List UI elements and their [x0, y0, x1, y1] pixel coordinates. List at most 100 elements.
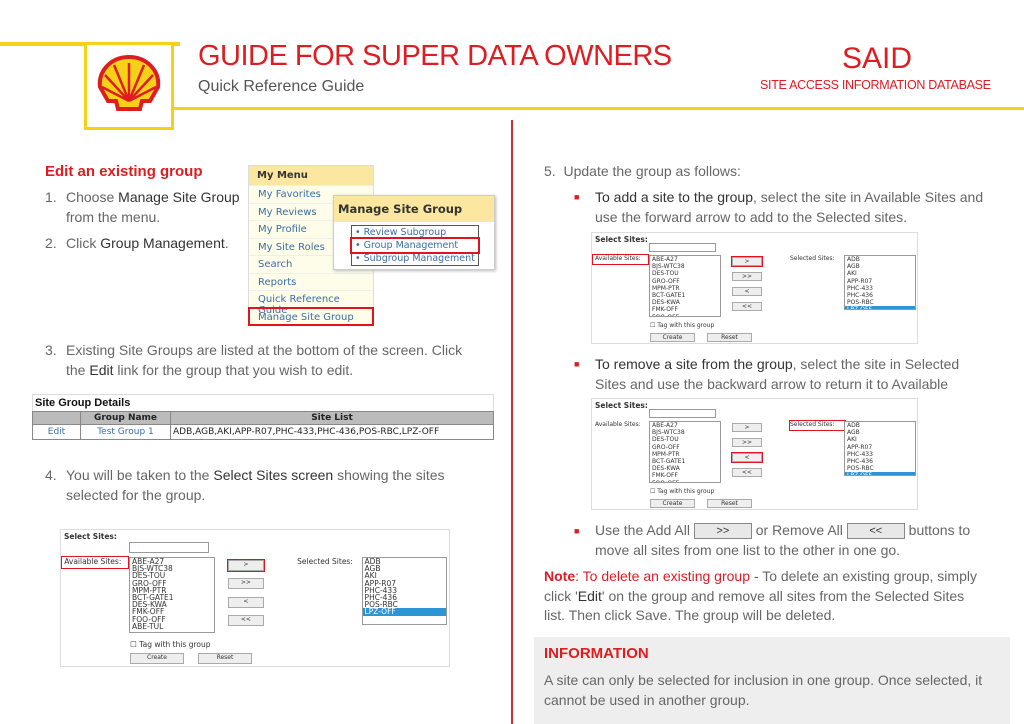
select-sites-title: Select Sites:	[595, 401, 648, 410]
selected-sites-label: Selected Sites:	[789, 420, 846, 431]
list-item[interactable]: ABE-A27	[650, 422, 720, 429]
move-button-add-all[interactable]: >>	[227, 578, 264, 590]
bullet: ■	[574, 526, 580, 536]
list-item[interactable]: MPM-PTR	[650, 285, 720, 292]
list-item[interactable]: APP-R07	[845, 444, 915, 451]
list-item[interactable]: DES-TOU	[650, 436, 720, 443]
shell-logo	[84, 42, 174, 130]
list-item[interactable]: FMK-OFF	[650, 472, 720, 479]
available-sites-list[interactable]: ABE-A27 BJS-WTC38 DES-TOU GRO-OFF MPM-PTR BCT…	[649, 421, 721, 483]
brand-title: SAID	[842, 42, 913, 75]
list-item[interactable]: ADB	[845, 256, 915, 263]
selected-sites-list[interactable]: ADB AGB AKI APP-R07 PHC-433 PHC-436 POS-RBC LPZ…	[844, 421, 916, 476]
list-item[interactable]: LPZ-OFF	[845, 472, 915, 475]
move-button-add[interactable]: >	[731, 256, 763, 267]
list-item[interactable]: DES-KWA	[650, 299, 720, 306]
available-sites-label: Available Sites:	[61, 556, 129, 570]
list-item[interactable]: ABE-A27	[650, 256, 720, 263]
filter-input[interactable]	[649, 409, 716, 418]
edit-link[interactable]: Edit	[32, 424, 81, 440]
section-heading: Edit an existing group	[45, 163, 203, 180]
list-item[interactable]: BCT-GATE1	[650, 458, 720, 465]
selected-sites-list[interactable]: ADB AGB AKI APP-R07 PHC-433 PHC-436 POS-RBC LPZ…	[361, 557, 448, 625]
tag-checkbox[interactable]: ☐ Tag with this group	[130, 640, 225, 650]
list-item[interactable]: AKI	[845, 270, 915, 277]
list-item[interactable]: DES-TOU	[650, 270, 720, 277]
move-button-remove[interactable]: <	[731, 452, 763, 463]
list-item[interactable]: POS-RBC	[845, 299, 915, 306]
site-list-cell: ADB,AGB,AKI,APP-R07,PHC-433,PHC-436,POS-…	[170, 424, 494, 440]
move-button-remove[interactable]: <	[732, 287, 762, 296]
available-sites-label: Available Sites:	[592, 254, 649, 265]
list-item[interactable]: PHC-433	[845, 285, 915, 292]
move-button-remove-all[interactable]: <<	[732, 302, 762, 311]
list-item[interactable]: AGB	[845, 263, 915, 270]
reset-button[interactable]: Reset	[707, 333, 752, 342]
tag-checkbox[interactable]: ☐ Tag with this group	[650, 322, 730, 330]
step-bold: Group Management	[100, 235, 225, 251]
link-review-subgroup[interactable]: • Review Subgroup	[352, 226, 478, 239]
list-item[interactable]: FOO-OFF	[650, 480, 720, 483]
add-remove-all-instructions: Use the Add All >> or Remove All << butt…	[595, 521, 985, 560]
note-heading: : To delete an existing group -	[575, 568, 763, 584]
column-divider	[511, 120, 513, 724]
list-item[interactable]: PHC-436	[845, 458, 915, 465]
move-button-add-all[interactable]: >>	[732, 272, 762, 281]
create-button[interactable]: Create	[130, 653, 184, 665]
step-text: .	[224, 235, 229, 251]
reset-button[interactable]: Reset	[198, 653, 252, 665]
list-item[interactable]: APP-R07	[845, 278, 915, 285]
information-box: INFORMATION A site can only be selected …	[534, 637, 1010, 724]
move-button-add[interactable]: >	[732, 423, 762, 432]
list-item[interactable]: POS-RBC	[845, 465, 915, 472]
menu-item-quick-reference[interactable]: Quick Reference Guide	[249, 290, 373, 316]
move-button-remove-all[interactable]: <<	[227, 615, 264, 627]
step-4: 4. You will be taken to the Select Sites …	[45, 466, 485, 505]
list-item[interactable]: BJS-WTC38	[650, 263, 720, 270]
step-number: 4.	[45, 467, 57, 483]
move-button-remove[interactable]: <	[227, 596, 264, 608]
available-sites-list[interactable]: ABE-A27 BJS-WTC38 DES-TOU GRO-OFF MPM-PTR BCT…	[128, 557, 215, 634]
step-text: You will be taken to the	[66, 467, 214, 483]
step-3: 3. Existing Site Groups are listed at the…	[45, 341, 485, 380]
list-item[interactable]: AKI	[845, 436, 915, 443]
list-item[interactable]: FOO-OFF	[650, 314, 720, 317]
link-label: Subgroup Management	[363, 253, 475, 264]
tag-checkbox[interactable]: ☐ Tag with this group	[650, 488, 730, 496]
list-item[interactable]: LPZ-OFF	[362, 608, 447, 616]
list-item[interactable]: PHC-433	[845, 451, 915, 458]
my-menu-title: My Menu	[249, 166, 373, 185]
selected-sites-list[interactable]: ADB AGB AKI APP-R07 PHC-433 PHC-436 POS-RBC LPZ…	[844, 255, 916, 310]
link-group-management[interactable]: • Group Management	[350, 237, 480, 254]
available-sites-list[interactable]: ABE-A27 BJS-WTC38 DES-TOU GRO-OFF MPM-PTR BCT…	[649, 255, 721, 317]
list-item[interactable]: AGB	[845, 429, 915, 436]
list-item[interactable]: GRO-OFF	[650, 444, 720, 451]
menu-item-reports[interactable]: Reports	[249, 272, 373, 291]
list-item[interactable]: GRO-OFF	[650, 278, 720, 285]
add-site-instructions: To add a site to the group, select the s…	[595, 188, 985, 227]
list-item[interactable]: ABE-TUL	[130, 622, 214, 630]
filter-input[interactable]	[649, 243, 716, 252]
list-item[interactable]: LPZ-OFF	[845, 306, 915, 309]
list-item[interactable]: BJS-WTC38	[650, 429, 720, 436]
reset-button[interactable]: Reset	[707, 499, 752, 508]
available-sites-label: Available Sites:	[595, 421, 641, 428]
list-item[interactable]: MPM-PTR	[650, 451, 720, 458]
col-header: Site List	[170, 411, 494, 425]
add-all-button: >>	[693, 523, 752, 540]
create-button[interactable]: Create	[650, 499, 695, 508]
move-button-add-all[interactable]: >>	[732, 438, 762, 447]
link-label: Review Subgroup	[363, 227, 447, 238]
move-button-remove-all[interactable]: <<	[732, 468, 762, 477]
link-subgroup-management[interactable]: • Subgroup Management	[352, 252, 478, 265]
list-item[interactable]: PHC-436	[845, 292, 915, 299]
step-5: 5. Update the group as follows:	[544, 162, 741, 182]
list-item[interactable]: FMK-OFF	[650, 306, 720, 313]
list-item[interactable]: BCT-GATE1	[650, 292, 720, 299]
filter-input[interactable]	[128, 542, 209, 554]
list-item[interactable]: DES-KWA	[650, 465, 720, 472]
create-button[interactable]: Create	[650, 333, 695, 342]
list-item[interactable]: ADB	[845, 422, 915, 429]
group-name-link[interactable]: Test Group 1	[80, 424, 171, 440]
move-button-add[interactable]: >	[226, 558, 265, 572]
